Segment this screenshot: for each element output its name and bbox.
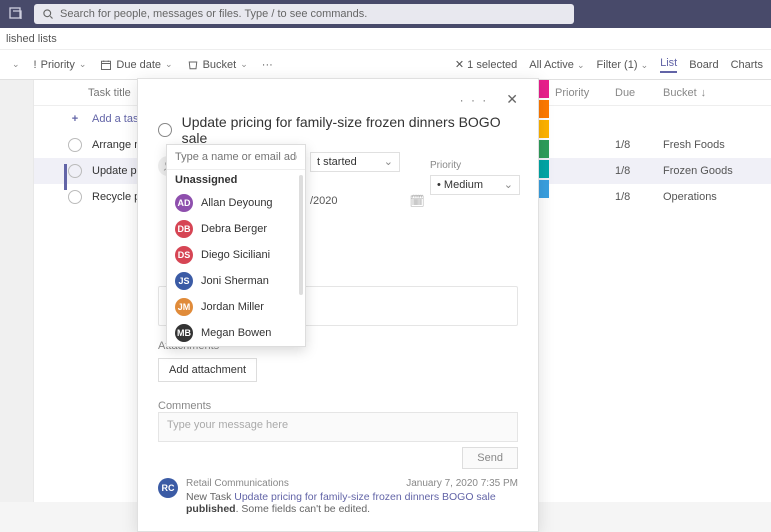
- col-due[interactable]: Due: [615, 87, 663, 99]
- view-board[interactable]: Board: [689, 59, 718, 71]
- progress-select[interactable]: t started: [310, 152, 400, 172]
- search-icon: [42, 8, 54, 20]
- sort-arrow-icon: ↓: [701, 87, 707, 99]
- person-avatar: MB: [175, 324, 193, 342]
- people-search-input[interactable]: [167, 145, 305, 169]
- breadcrumb: lished lists: [0, 28, 771, 50]
- activity-time: January 7, 2020 7:35 PM: [406, 478, 518, 489]
- panel-more-icon[interactable]: · · ·: [460, 93, 489, 107]
- col-priority[interactable]: Priority: [555, 87, 615, 99]
- complete-toggle[interactable]: [68, 164, 82, 178]
- person-name: Jordan Miller: [201, 301, 264, 313]
- scrollbar[interactable]: [299, 175, 303, 295]
- panel-close-icon[interactable]: ✕: [506, 91, 518, 108]
- filter-dropdown[interactable]: Filter (1) ⌄: [597, 59, 649, 71]
- people-item[interactable]: JM Jordan Miller: [167, 294, 305, 320]
- people-picker: Unassigned AD Allan Deyoung DB Debra Berger…: [166, 144, 306, 347]
- complete-toggle[interactable]: [68, 138, 82, 152]
- person-avatar: DB: [175, 220, 193, 238]
- activity-avatar: RC: [158, 478, 178, 498]
- add-attachment-button[interactable]: Add attachment: [158, 358, 257, 382]
- list-header-right: Priority Due Bucket ↓: [555, 80, 763, 106]
- people-item[interactable]: JS Joni Sherman: [167, 268, 305, 294]
- bucket-icon: [187, 59, 199, 71]
- toolbar-caret[interactable]: ⌄: [8, 57, 24, 72]
- person-name: Allan Deyoung: [201, 197, 273, 209]
- priority-label: Priority: [430, 160, 520, 171]
- left-gutter: [0, 80, 34, 502]
- person-avatar: JS: [175, 272, 193, 290]
- person-name: Megan Bowen: [201, 327, 271, 339]
- person-avatar: JM: [175, 298, 193, 316]
- list-toolbar: ⌄ ! Priority ⌄ Due date ⌄ Bucket ⌄ ··· ✕…: [0, 50, 771, 80]
- complete-toggle[interactable]: [68, 190, 82, 204]
- activity-link[interactable]: Update pricing for family-size frozen di…: [234, 491, 495, 503]
- selection-indicator: [64, 164, 67, 190]
- due-filter[interactable]: Due date ⌄: [96, 57, 176, 73]
- activity-message: New Task Update pricing for family-size …: [186, 491, 518, 515]
- scope-dropdown[interactable]: All Active ⌄: [529, 59, 584, 71]
- send-button[interactable]: Send: [462, 447, 518, 469]
- bucket-filter[interactable]: Bucket ⌄: [183, 57, 252, 73]
- activity-entry: RC Retail Communications January 7, 2020…: [158, 478, 518, 515]
- panel-task-title: Update pricing for family-size frozen di…: [182, 114, 518, 146]
- people-section-header: Unassigned: [167, 169, 305, 190]
- search-placeholder: Search for people, messages or files. Ty…: [60, 8, 367, 20]
- list-right-cells: 1/8Fresh Foods 1/8Frozen Goods 1/8Operat…: [555, 106, 763, 210]
- priority-filter[interactable]: ! Priority ⌄: [30, 57, 91, 73]
- calendar-icon: [100, 59, 112, 71]
- person-name: Diego Siciliani: [201, 249, 270, 261]
- plus-icon: +: [68, 113, 82, 125]
- col-bucket[interactable]: Bucket ↓: [663, 87, 763, 99]
- view-list[interactable]: List: [660, 57, 677, 73]
- priority-select[interactable]: • Medium: [430, 175, 520, 195]
- people-item[interactable]: DB Debra Berger: [167, 216, 305, 242]
- comments-label: Comments: [158, 400, 518, 412]
- activity-author: Retail Communications: [186, 478, 289, 489]
- search-box[interactable]: Search for people, messages or files. Ty…: [34, 4, 574, 24]
- people-item[interactable]: DS Diego Siciliani: [167, 242, 305, 268]
- person-avatar: DS: [175, 246, 193, 264]
- person-avatar: AD: [175, 194, 193, 212]
- people-item[interactable]: AD Allan Deyoung: [167, 190, 305, 216]
- complete-toggle[interactable]: [158, 123, 172, 137]
- view-charts[interactable]: Charts: [731, 59, 763, 71]
- new-tab-icon[interactable]: [8, 6, 24, 22]
- person-name: Joni Sherman: [201, 275, 269, 287]
- person-name: Debra Berger: [201, 223, 267, 235]
- due-date-field[interactable]: /2020 🗓: [310, 194, 425, 208]
- panel-field-row: t started Priority • Medium: [310, 160, 520, 195]
- app-topbar: Search for people, messages or files. Ty…: [0, 0, 771, 28]
- breadcrumb-text: lished lists: [6, 33, 57, 45]
- toolbar-more[interactable]: ···: [258, 57, 277, 73]
- people-item[interactable]: MB Megan Bowen: [167, 320, 305, 346]
- clear-selection[interactable]: ✕ 1 selected: [455, 58, 517, 71]
- calendar-icon: 🗓: [410, 194, 425, 208]
- comment-input[interactable]: Type your message here: [158, 412, 518, 442]
